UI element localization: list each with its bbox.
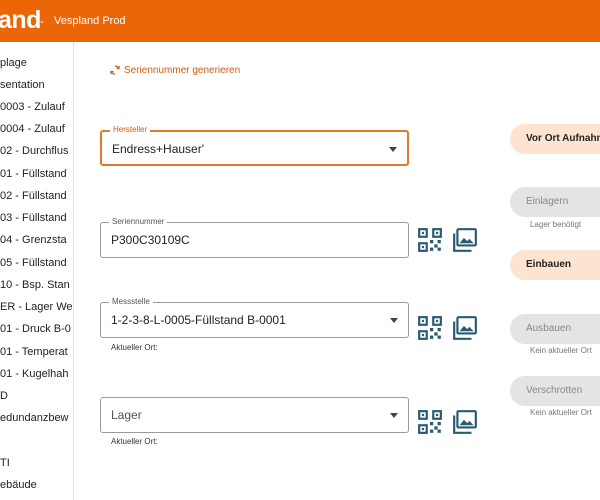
sidebar-item[interactable]: ER - Lager We <box>0 301 73 319</box>
lager-placeholder: Lager <box>111 408 142 422</box>
sidebar-item[interactable]: 01 - Temperat <box>0 346 73 364</box>
ausbauen-note: Kein aktueller Ort <box>530 346 592 355</box>
vor-ort-aufnahme-button[interactable]: Vor Ort Aufnahme <box>510 124 600 154</box>
sidebar-item[interactable]: 01 - Kugelhah <box>0 368 73 386</box>
sidebar-item[interactable]: 03 - Füllstand <box>0 212 73 230</box>
messstelle-helper: Aktueller Ort: <box>111 343 158 352</box>
app-logo[interactable]: and <box>0 6 41 35</box>
generate-serial-label: Seriennummer generieren <box>124 64 241 76</box>
image-gallery-icon <box>453 316 477 340</box>
sidebar-item[interactable]: plage <box>0 57 73 75</box>
app-bar: and - Vespland Prod <box>0 0 600 42</box>
sidebar-item[interactable]: 10 - Bsp. Stan <box>0 279 73 297</box>
verschrotten-note: Kein aktueller Ort <box>530 408 592 417</box>
hersteller-select[interactable]: Hersteller Endress+Hauser' <box>100 124 409 166</box>
photo-serial-button[interactable] <box>452 227 478 253</box>
sidebar-item[interactable]: ebäude <box>0 479 73 497</box>
chevron-down-icon[interactable] <box>390 413 398 418</box>
sidebar-item[interactable]: D <box>0 390 73 408</box>
qr-scan-serial-button[interactable] <box>417 227 443 253</box>
app-title: Vespland Prod <box>54 15 126 27</box>
seriennummer-label: Seriennummer <box>109 216 168 228</box>
qr-scan-messstelle-button[interactable] <box>417 315 443 341</box>
ausbauen-button[interactable]: Ausbauen <box>510 314 600 344</box>
einlagern-button[interactable]: Einlagern <box>510 187 600 217</box>
qr-code-icon <box>418 316 442 340</box>
lager-select[interactable]: Lager <box>100 397 409 433</box>
sidebar-item[interactable]: TI <box>0 457 73 475</box>
einlagern-note: Lager benötigt <box>530 220 582 229</box>
sidebar-item[interactable]: 04 - Grenzsta <box>0 234 73 252</box>
sidebar-item[interactable]: edundanzbew <box>0 412 73 430</box>
messstelle-value: 1-2-3-8-L-0005-Füllstand B-0001 <box>111 313 286 327</box>
sidebar-item[interactable]: sentation <box>0 79 73 97</box>
sidebar-item[interactable]: 01 - Druck B-0 <box>0 323 73 341</box>
sidebar-item[interactable]: 0004 - Zulauf <box>0 123 73 141</box>
seriennummer-field[interactable]: Seriennummer P300C30109C <box>100 216 409 258</box>
chevron-down-icon[interactable] <box>390 318 398 323</box>
refresh-icon <box>110 65 120 75</box>
sidebar-item[interactable]: 01 - Füllstand <box>0 168 73 186</box>
verschrotten-button[interactable]: Verschrotten <box>510 376 600 406</box>
hersteller-value: Endress+Hauser' <box>112 142 205 156</box>
messstelle-label: Messstelle <box>109 296 153 308</box>
sidebar-item[interactable] <box>0 434 73 452</box>
main-content: Seriennummer generieren Hersteller Endre… <box>75 42 600 500</box>
generate-serial-link[interactable]: Seriennummer generieren <box>109 64 240 76</box>
title-separator: - <box>40 16 44 28</box>
image-gallery-icon <box>453 410 477 434</box>
qr-code-icon <box>418 410 442 434</box>
seriennummer-value: P300C30109C <box>111 233 190 247</box>
photo-messstelle-button[interactable] <box>452 315 478 341</box>
photo-lager-button[interactable] <box>452 409 478 435</box>
chevron-down-icon[interactable] <box>389 147 397 152</box>
messstelle-select[interactable]: Messstelle 1-2-3-8-L-0005-Füllstand B-00… <box>100 296 409 338</box>
sidebar-item[interactable]: 02 - Durchflus <box>0 145 73 163</box>
image-gallery-icon <box>453 228 477 252</box>
einbauen-button[interactable]: Einbauen <box>510 250 600 280</box>
qr-scan-lager-button[interactable] <box>417 409 443 435</box>
sidebar-item[interactable]: 02 - Füllstand <box>0 190 73 208</box>
qr-code-icon <box>418 228 442 252</box>
lager-helper: Aktueller Ort: <box>111 437 158 446</box>
sidebar-item[interactable]: 05 - Füllstand <box>0 257 73 275</box>
sidebar-item[interactable]: 0003 - Zulauf <box>0 101 73 119</box>
sidebar[interactable]: plage sentation 0003 - Zulauf 0004 - Zul… <box>0 42 74 500</box>
hersteller-label: Hersteller <box>110 124 151 136</box>
